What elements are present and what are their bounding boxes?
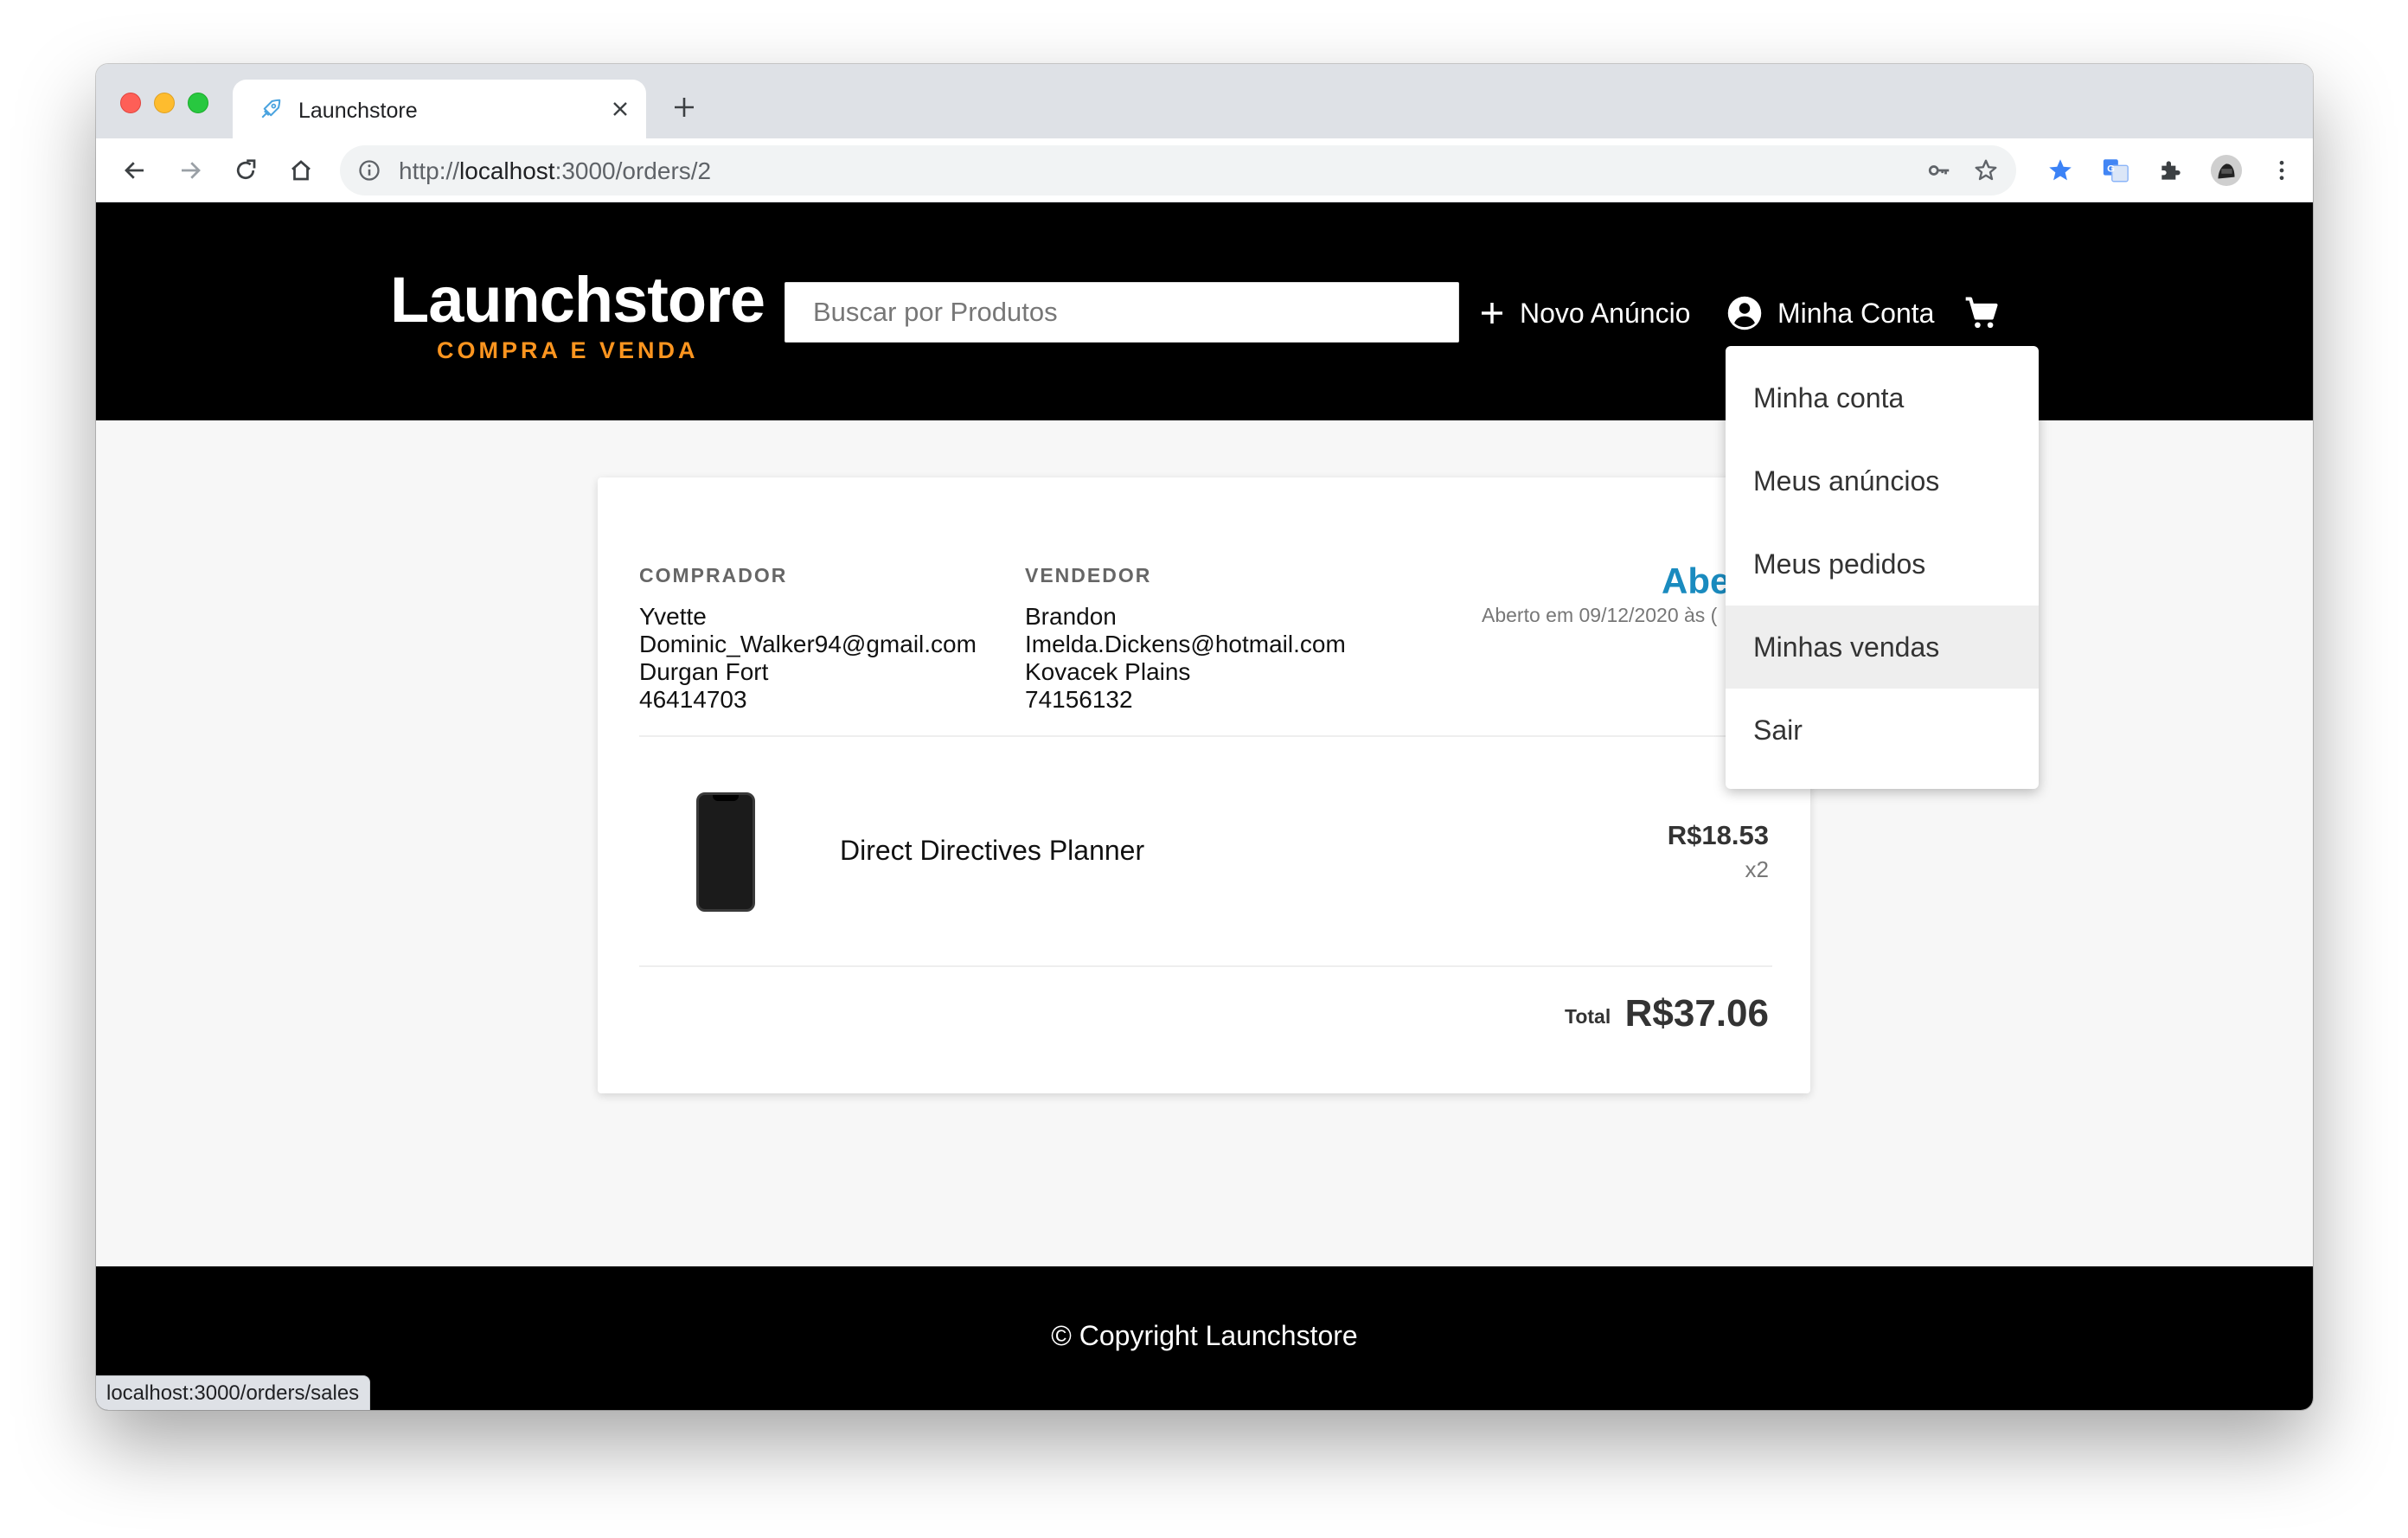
new-tab-button[interactable] — [667, 90, 701, 125]
more-vertical-icon — [2279, 160, 2284, 181]
arrow-right-icon — [182, 162, 201, 179]
product-name[interactable]: Direct Directives Planner — [840, 835, 1144, 867]
profile-button[interactable] — [2210, 154, 2243, 187]
divider — [639, 965, 1772, 967]
tab-strip: Launchstore — [96, 64, 2313, 138]
search-box — [785, 282, 1459, 343]
plus-icon — [1482, 303, 1502, 324]
minimize-window-button[interactable] — [154, 93, 175, 113]
menu-item-my-sales[interactable]: Minhas vendas — [1726, 606, 2039, 689]
seller-cep: 74156132 — [1025, 686, 1133, 713]
search-input[interactable] — [785, 283, 1458, 342]
back-button[interactable] — [118, 154, 151, 187]
buyer-cep: 46414703 — [639, 686, 747, 713]
my-account-label: Minha Conta — [1777, 297, 1935, 329]
seller-address: Kovacek Plains — [1025, 658, 1191, 685]
home-button[interactable] — [285, 154, 317, 187]
translate-extension-button[interactable]: G — [2099, 154, 2132, 187]
buyer-email: Dominic_Walker94@gmail.com — [639, 631, 977, 657]
blue-star-icon — [2049, 159, 2072, 181]
url-scheme: http:// — [399, 157, 460, 184]
seller-name: Brandon — [1025, 603, 1117, 630]
menu-item-my-account[interactable]: Minha conta — [1726, 356, 2039, 439]
url-text: http://localhost:3000/orders/2 — [399, 157, 711, 185]
key-icon[interactable] — [1926, 157, 1952, 183]
seller-info: VENDEDOR Brandon Imelda.Dickens@hotmail.… — [1025, 564, 1346, 714]
link-status-bar: localhost:3000/orders/sales — [96, 1375, 371, 1410]
seller-label: VENDEDOR — [1025, 564, 1152, 586]
seller-email: Imelda.Dickens@hotmail.com — [1025, 631, 1346, 657]
tab-title: Launchstore — [298, 99, 418, 123]
order-status-date: Aberto em 09/12/2020 às ( — [1482, 604, 1718, 626]
site-footer: © Copyright Launchstore — [96, 1266, 2313, 1410]
new-ad-link[interactable]: Novo Anúncio — [1478, 289, 1690, 337]
extensions-button[interactable] — [2155, 154, 2187, 187]
logo[interactable]: Launchstore — [390, 263, 765, 336]
cart-button[interactable] — [1963, 289, 2014, 337]
menu-item-logout[interactable]: Sair — [1726, 689, 2039, 772]
total-label: Total — [1565, 1005, 1611, 1028]
svg-text:G: G — [2107, 163, 2115, 174]
bookmark-extension-button[interactable] — [2044, 154, 2077, 187]
new-ad-label: Novo Anúncio — [1520, 297, 1691, 329]
account-dropdown-menu: Minha conta Meus anúncios Meus pedidos M… — [1726, 346, 2039, 789]
buyer-address: Durgan Fort — [639, 658, 769, 685]
divider — [639, 735, 1772, 737]
menu-item-my-ads[interactable]: Meus anúncios — [1726, 439, 2039, 522]
url-path: :3000/orders/2 — [554, 157, 712, 184]
reload-button[interactable] — [229, 154, 262, 187]
avatar-icon — [2210, 154, 2243, 187]
buyer-info: COMPRADOR Yvette Dominic_Walker94@gmail.… — [639, 564, 977, 714]
tab-launchstore[interactable]: Launchstore — [233, 80, 646, 138]
copyright-text: © Copyright Launchstore — [1051, 1320, 1358, 1351]
menu-item-my-orders[interactable]: Meus pedidos — [1726, 522, 2039, 606]
reload-icon — [236, 159, 256, 180]
cart-icon — [1965, 297, 1998, 329]
close-tab-icon[interactable] — [605, 93, 636, 125]
forward-button[interactable] — [174, 154, 207, 187]
url-host: localhost — [459, 157, 555, 184]
product-quantity: x2 — [1745, 856, 1769, 882]
zoom-window-button[interactable] — [188, 93, 208, 113]
product-price: R$18.53 — [1667, 820, 1769, 850]
address-bar[interactable]: http://localhost:3000/orders/2 — [340, 145, 2016, 195]
order-card: COMPRADOR Yvette Dominic_Walker94@gmail.… — [598, 477, 1810, 1093]
buyer-label: COMPRADOR — [639, 564, 788, 586]
browser-toolbar: http://localhost:3000/orders/2 G — [96, 138, 2313, 202]
rocket-icon — [261, 99, 281, 119]
info-icon[interactable] — [357, 158, 381, 183]
browser-window: Launchstore http://localhost:3000/orders… — [96, 64, 2313, 1410]
total-value: R$37.06 — [1624, 992, 1769, 1035]
arrow-left-icon — [125, 162, 144, 179]
account-circle-icon — [1727, 296, 1762, 330]
product-image — [696, 792, 755, 912]
close-window-button[interactable] — [120, 93, 141, 113]
puzzle-icon — [2161, 161, 2181, 180]
logo-tagline: COMPRA E VENDA — [437, 337, 699, 363]
home-icon — [291, 160, 311, 181]
star-icon[interactable] — [1973, 157, 1999, 183]
browser-menu-button[interactable] — [2265, 154, 2298, 187]
my-account-link[interactable]: Minha Conta — [1726, 289, 1934, 337]
buyer-name: Yvette — [639, 603, 707, 630]
translate-icon: G — [2103, 159, 2129, 183]
